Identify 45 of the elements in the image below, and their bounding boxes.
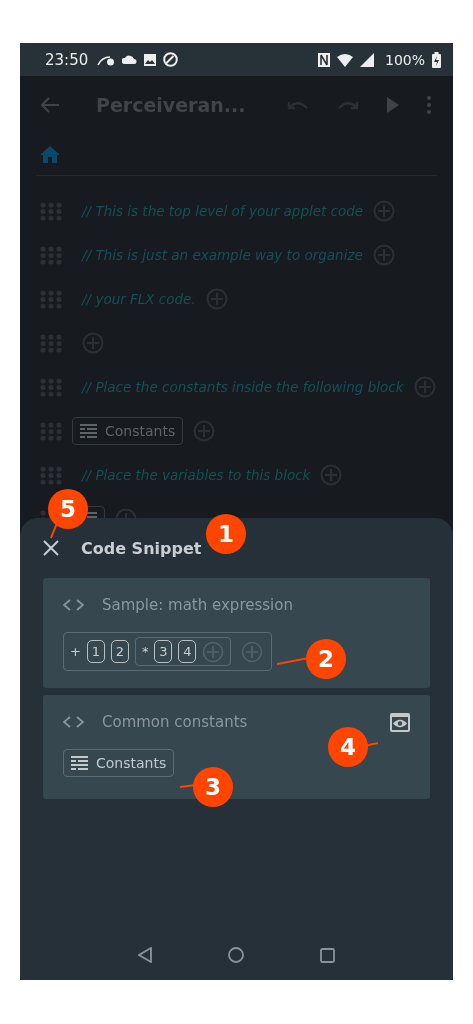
sheet-title: Code Snippet xyxy=(81,538,202,558)
wireless-icon xyxy=(97,53,116,66)
signal-icon xyxy=(359,52,374,67)
snippet-title: Common constants xyxy=(102,713,248,731)
code-brackets-icon xyxy=(63,716,84,728)
expression-block[interactable]: + 1 2 * 3 4 xyxy=(63,632,273,671)
callout-number: 5 xyxy=(48,489,88,529)
close-icon[interactable] xyxy=(43,540,59,556)
home-icon[interactable] xyxy=(40,145,60,163)
more-menu-icon[interactable] xyxy=(427,95,431,114)
code-block[interactable]: Constants xyxy=(63,749,175,777)
code-comment: // This is just an example way to organize xyxy=(82,247,363,263)
eye-icon[interactable] xyxy=(390,712,410,732)
play-icon[interactable] xyxy=(387,96,399,113)
block-list-icon xyxy=(80,424,97,438)
snippet-title: Sample: math expression xyxy=(102,596,293,614)
number-token[interactable]: 4 xyxy=(178,640,197,663)
back-triangle-icon[interactable] xyxy=(138,947,152,963)
battery-percent: 100% xyxy=(384,51,425,68)
operator: + xyxy=(70,644,81,659)
image-icon xyxy=(144,53,157,66)
recents-square-icon[interactable] xyxy=(320,947,335,963)
battery-icon xyxy=(432,51,441,68)
wifi-icon xyxy=(336,52,353,67)
code-comment: // This is the top level of your applet code xyxy=(82,203,364,219)
nfc-icon xyxy=(317,52,330,67)
back-arrow-icon[interactable] xyxy=(40,95,60,114)
number-token[interactable]: 2 xyxy=(110,640,129,663)
add-circle-icon[interactable] xyxy=(241,640,264,663)
number-token[interactable]: 1 xyxy=(86,640,105,663)
cloud-icon xyxy=(122,55,138,64)
operator: * xyxy=(141,644,149,659)
home-circle-icon[interactable] xyxy=(228,947,244,963)
add-circle-icon[interactable] xyxy=(202,640,225,663)
code-brackets-icon xyxy=(63,599,84,611)
code-comment: // Place the variables to this block xyxy=(82,467,311,483)
code-comment: // your FLX code. xyxy=(82,291,196,307)
circle-slash-icon xyxy=(163,52,179,67)
expression-block[interactable]: * 3 4 xyxy=(134,637,232,666)
code-comment: // Place the constants inside the following block xyxy=(82,379,404,395)
number-token[interactable]: 3 xyxy=(154,640,173,663)
block-list-icon xyxy=(71,756,88,770)
leader-line xyxy=(180,783,196,789)
leader-line xyxy=(277,656,309,666)
status-time: 23:50 xyxy=(45,50,89,69)
